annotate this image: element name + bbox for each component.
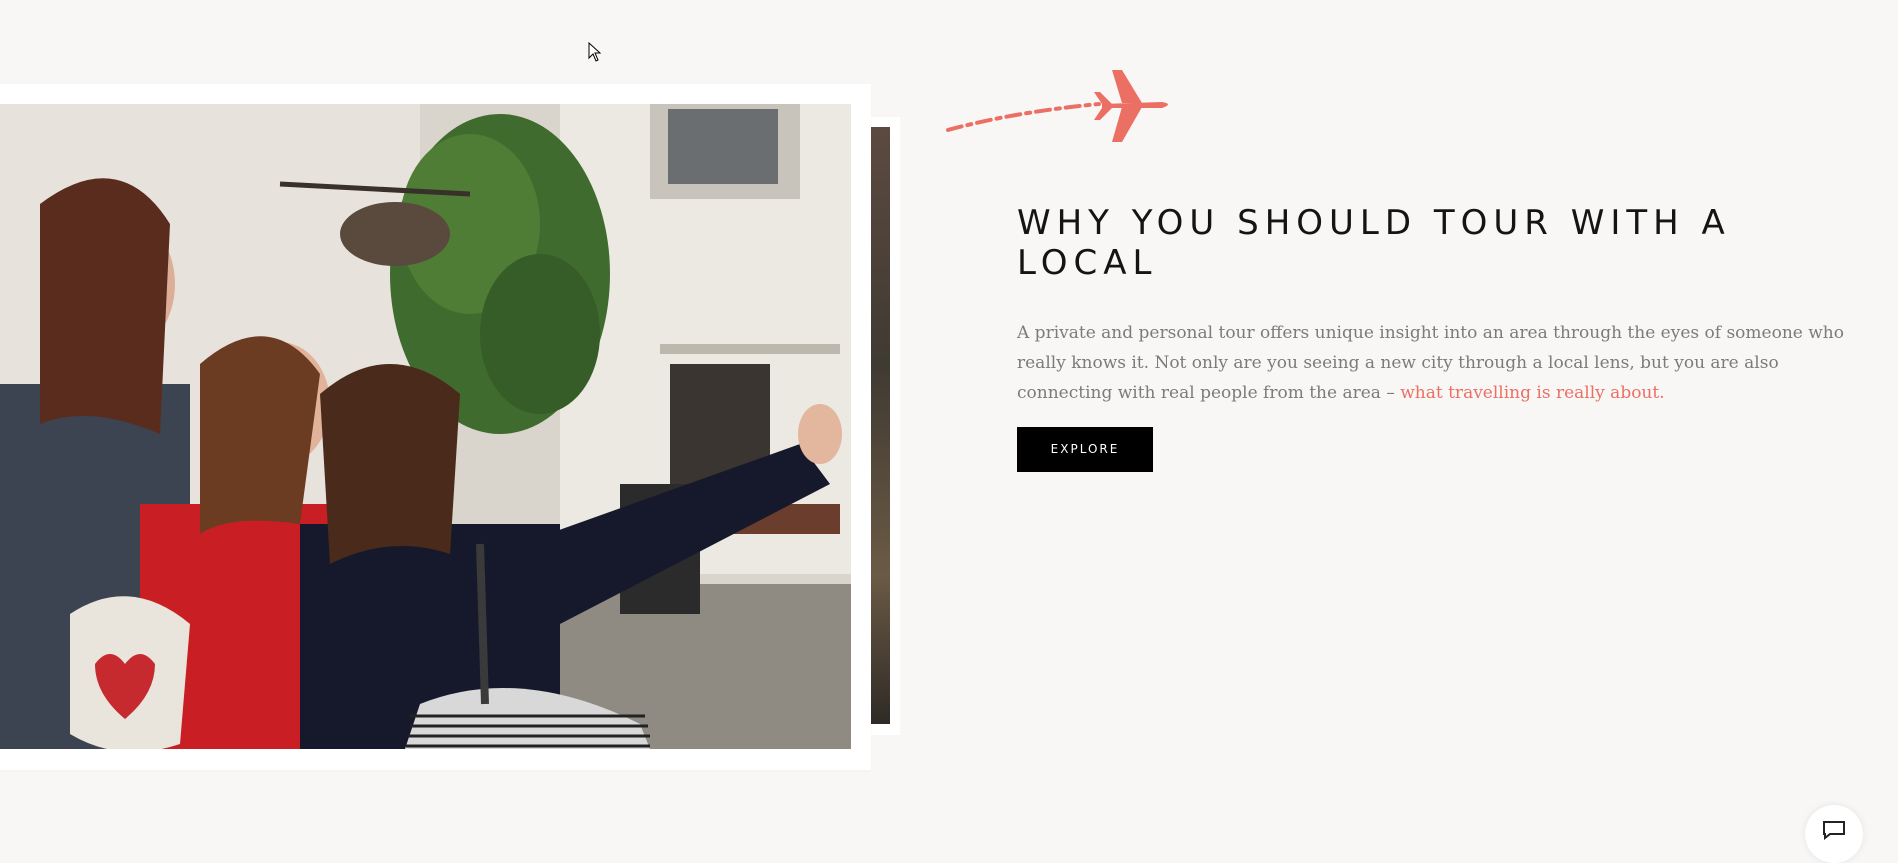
secondary-photo (870, 127, 890, 724)
chat-icon (1823, 821, 1845, 840)
section-body-text: A private and personal tour offers uniqu… (1017, 318, 1857, 408)
tour-selfie-photo (0, 104, 851, 749)
mouse-pointer-icon (588, 41, 602, 62)
main-photo-frame (0, 84, 871, 770)
page: WHY YOU SHOULD TOUR WITH A LOCAL A priva… (0, 0, 1898, 863)
section-heading: WHY YOU SHOULD TOUR WITH A LOCAL (1017, 203, 1731, 283)
explore-button[interactable]: EXPLORE (1017, 427, 1153, 472)
travelling-link[interactable]: what travelling is really about. (1400, 383, 1664, 403)
chat-widget-button[interactable] (1805, 805, 1863, 863)
airplane-icon (944, 70, 1184, 142)
